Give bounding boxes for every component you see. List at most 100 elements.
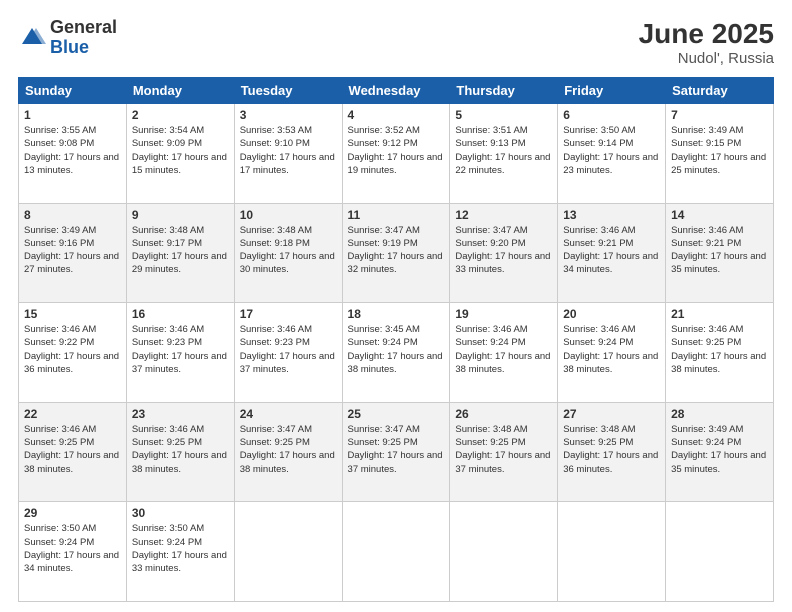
calendar-table: SundayMondayTuesdayWednesdayThursdayFrid… xyxy=(18,77,774,602)
day-number: 10 xyxy=(240,208,337,222)
day-info: Sunrise: 3:46 AMSunset: 9:25 PMDaylight:… xyxy=(671,324,766,375)
day-number: 19 xyxy=(455,307,552,321)
calendar-cell xyxy=(450,502,558,602)
day-info: Sunrise: 3:46 AMSunset: 9:21 PMDaylight:… xyxy=(671,225,766,276)
calendar-cell: 8 Sunrise: 3:49 AMSunset: 9:16 PMDayligh… xyxy=(19,203,127,303)
day-info: Sunrise: 3:50 AMSunset: 9:24 PMDaylight:… xyxy=(24,523,119,574)
day-info: Sunrise: 3:46 AMSunset: 9:25 PMDaylight:… xyxy=(132,424,227,475)
calendar-cell: 22 Sunrise: 3:46 AMSunset: 9:25 PMDaylig… xyxy=(19,402,127,502)
day-number: 18 xyxy=(348,307,445,321)
day-number: 1 xyxy=(24,108,121,122)
calendar-cell: 26 Sunrise: 3:48 AMSunset: 9:25 PMDaylig… xyxy=(450,402,558,502)
logo-blue: Blue xyxy=(50,38,117,58)
day-info: Sunrise: 3:48 AMSunset: 9:18 PMDaylight:… xyxy=(240,225,335,276)
calendar-cell: 4 Sunrise: 3:52 AMSunset: 9:12 PMDayligh… xyxy=(342,104,450,204)
day-info: Sunrise: 3:47 AMSunset: 9:19 PMDaylight:… xyxy=(348,225,443,276)
day-info: Sunrise: 3:47 AMSunset: 9:20 PMDaylight:… xyxy=(455,225,550,276)
title-block: June 2025 Nudol', Russia xyxy=(639,18,774,67)
day-number: 5 xyxy=(455,108,552,122)
day-info: Sunrise: 3:48 AMSunset: 9:17 PMDaylight:… xyxy=(132,225,227,276)
day-number: 14 xyxy=(671,208,768,222)
calendar-week-row: 22 Sunrise: 3:46 AMSunset: 9:25 PMDaylig… xyxy=(19,402,774,502)
day-info: Sunrise: 3:52 AMSunset: 9:12 PMDaylight:… xyxy=(348,125,443,176)
day-info: Sunrise: 3:49 AMSunset: 9:24 PMDaylight:… xyxy=(671,424,766,475)
calendar-cell: 10 Sunrise: 3:48 AMSunset: 9:18 PMDaylig… xyxy=(234,203,342,303)
day-number: 4 xyxy=(348,108,445,122)
logo-text: General Blue xyxy=(50,18,117,58)
day-info: Sunrise: 3:53 AMSunset: 9:10 PMDaylight:… xyxy=(240,125,335,176)
calendar-cell: 29 Sunrise: 3:50 AMSunset: 9:24 PMDaylig… xyxy=(19,502,127,602)
calendar-cell: 13 Sunrise: 3:46 AMSunset: 9:21 PMDaylig… xyxy=(558,203,666,303)
weekday-header: Friday xyxy=(558,78,666,104)
day-info: Sunrise: 3:51 AMSunset: 9:13 PMDaylight:… xyxy=(455,125,550,176)
calendar-cell: 3 Sunrise: 3:53 AMSunset: 9:10 PMDayligh… xyxy=(234,104,342,204)
calendar-cell: 27 Sunrise: 3:48 AMSunset: 9:25 PMDaylig… xyxy=(558,402,666,502)
day-number: 3 xyxy=(240,108,337,122)
calendar-week-row: 15 Sunrise: 3:46 AMSunset: 9:22 PMDaylig… xyxy=(19,303,774,403)
calendar-cell xyxy=(558,502,666,602)
calendar-cell xyxy=(342,502,450,602)
calendar-cell: 15 Sunrise: 3:46 AMSunset: 9:22 PMDaylig… xyxy=(19,303,127,403)
calendar-cell: 28 Sunrise: 3:49 AMSunset: 9:24 PMDaylig… xyxy=(666,402,774,502)
weekday-header: Saturday xyxy=(666,78,774,104)
day-info: Sunrise: 3:46 AMSunset: 9:25 PMDaylight:… xyxy=(24,424,119,475)
day-number: 24 xyxy=(240,407,337,421)
weekday-header: Thursday xyxy=(450,78,558,104)
day-number: 16 xyxy=(132,307,229,321)
day-number: 6 xyxy=(563,108,660,122)
day-number: 8 xyxy=(24,208,121,222)
calendar-cell: 19 Sunrise: 3:46 AMSunset: 9:24 PMDaylig… xyxy=(450,303,558,403)
day-number: 13 xyxy=(563,208,660,222)
logo-general: General xyxy=(50,18,117,38)
day-number: 17 xyxy=(240,307,337,321)
weekday-header: Tuesday xyxy=(234,78,342,104)
weekday-header: Sunday xyxy=(19,78,127,104)
calendar-cell: 12 Sunrise: 3:47 AMSunset: 9:20 PMDaylig… xyxy=(450,203,558,303)
day-info: Sunrise: 3:46 AMSunset: 9:22 PMDaylight:… xyxy=(24,324,119,375)
day-info: Sunrise: 3:45 AMSunset: 9:24 PMDaylight:… xyxy=(348,324,443,375)
day-number: 11 xyxy=(348,208,445,222)
day-number: 12 xyxy=(455,208,552,222)
day-info: Sunrise: 3:55 AMSunset: 9:08 PMDaylight:… xyxy=(24,125,119,176)
weekday-header: Monday xyxy=(126,78,234,104)
calendar-cell: 17 Sunrise: 3:46 AMSunset: 9:23 PMDaylig… xyxy=(234,303,342,403)
day-number: 7 xyxy=(671,108,768,122)
calendar-cell: 20 Sunrise: 3:46 AMSunset: 9:24 PMDaylig… xyxy=(558,303,666,403)
calendar-week-row: 8 Sunrise: 3:49 AMSunset: 9:16 PMDayligh… xyxy=(19,203,774,303)
month-title: June 2025 xyxy=(639,18,774,50)
logo-icon xyxy=(18,24,46,52)
calendar-cell: 23 Sunrise: 3:46 AMSunset: 9:25 PMDaylig… xyxy=(126,402,234,502)
day-number: 28 xyxy=(671,407,768,421)
day-info: Sunrise: 3:49 AMSunset: 9:15 PMDaylight:… xyxy=(671,125,766,176)
calendar-cell: 30 Sunrise: 3:50 AMSunset: 9:24 PMDaylig… xyxy=(126,502,234,602)
calendar-cell: 9 Sunrise: 3:48 AMSunset: 9:17 PMDayligh… xyxy=(126,203,234,303)
day-info: Sunrise: 3:46 AMSunset: 9:23 PMDaylight:… xyxy=(240,324,335,375)
day-info: Sunrise: 3:46 AMSunset: 9:21 PMDaylight:… xyxy=(563,225,658,276)
day-info: Sunrise: 3:48 AMSunset: 9:25 PMDaylight:… xyxy=(563,424,658,475)
calendar-cell: 16 Sunrise: 3:46 AMSunset: 9:23 PMDaylig… xyxy=(126,303,234,403)
calendar-cell xyxy=(666,502,774,602)
calendar-cell: 1 Sunrise: 3:55 AMSunset: 9:08 PMDayligh… xyxy=(19,104,127,204)
day-number: 23 xyxy=(132,407,229,421)
calendar-page: General Blue June 2025 Nudol', Russia Su… xyxy=(0,0,792,612)
weekday-header: Wednesday xyxy=(342,78,450,104)
day-info: Sunrise: 3:54 AMSunset: 9:09 PMDaylight:… xyxy=(132,125,227,176)
calendar-cell: 2 Sunrise: 3:54 AMSunset: 9:09 PMDayligh… xyxy=(126,104,234,204)
calendar-cell: 21 Sunrise: 3:46 AMSunset: 9:25 PMDaylig… xyxy=(666,303,774,403)
calendar-cell: 6 Sunrise: 3:50 AMSunset: 9:14 PMDayligh… xyxy=(558,104,666,204)
day-number: 26 xyxy=(455,407,552,421)
header: General Blue June 2025 Nudol', Russia xyxy=(18,18,774,67)
day-info: Sunrise: 3:48 AMSunset: 9:25 PMDaylight:… xyxy=(455,424,550,475)
day-number: 22 xyxy=(24,407,121,421)
calendar-week-row: 29 Sunrise: 3:50 AMSunset: 9:24 PMDaylig… xyxy=(19,502,774,602)
day-number: 30 xyxy=(132,506,229,520)
day-number: 20 xyxy=(563,307,660,321)
day-info: Sunrise: 3:50 AMSunset: 9:24 PMDaylight:… xyxy=(132,523,227,574)
day-number: 29 xyxy=(24,506,121,520)
day-info: Sunrise: 3:46 AMSunset: 9:23 PMDaylight:… xyxy=(132,324,227,375)
location: Nudol', Russia xyxy=(639,50,774,67)
day-number: 2 xyxy=(132,108,229,122)
day-info: Sunrise: 3:47 AMSunset: 9:25 PMDaylight:… xyxy=(240,424,335,475)
calendar-cell xyxy=(234,502,342,602)
calendar-cell: 11 Sunrise: 3:47 AMSunset: 9:19 PMDaylig… xyxy=(342,203,450,303)
